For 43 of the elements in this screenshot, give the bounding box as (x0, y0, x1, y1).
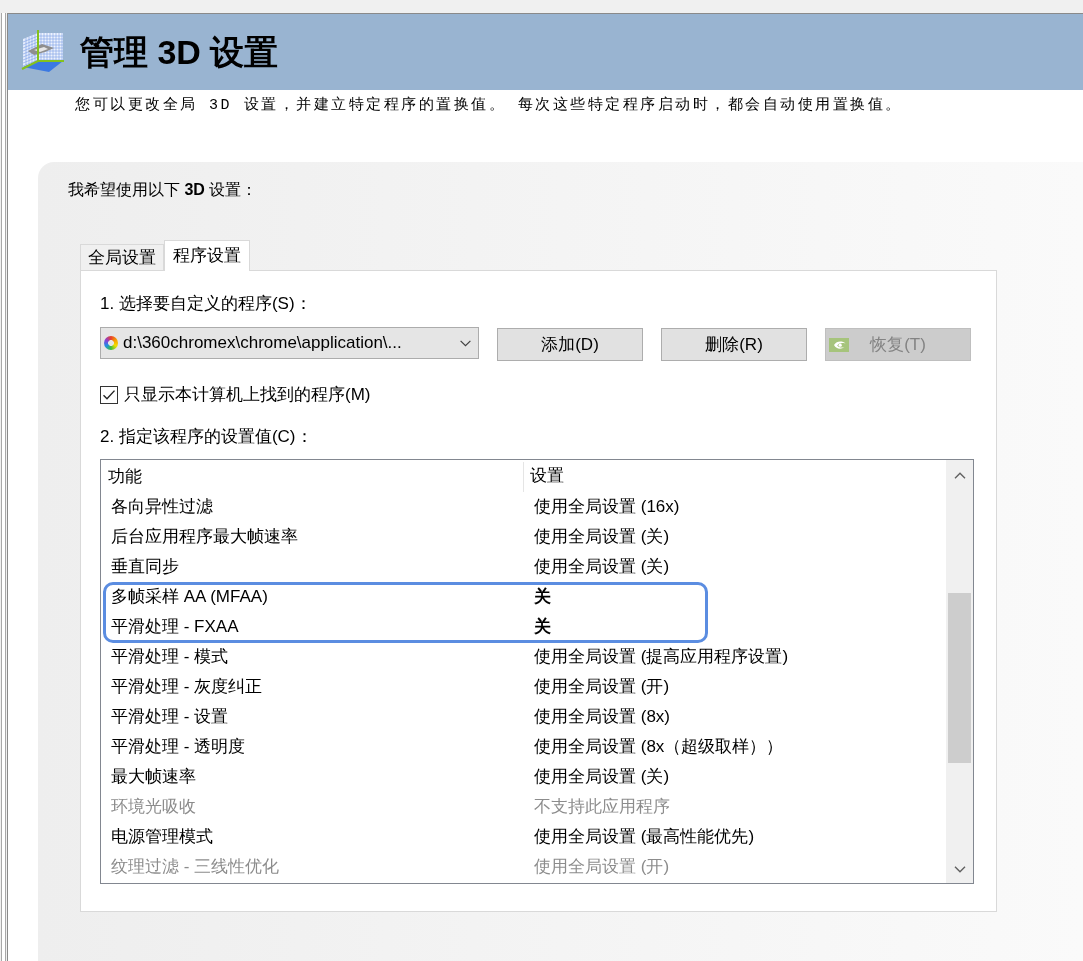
color-ring-icon (104, 336, 118, 350)
action-button[interactable]: 删除(R) (661, 328, 807, 361)
setting-value[interactable]: 使用全局设置 (关) (534, 765, 670, 789)
cube-grid-icon (20, 29, 66, 75)
tab[interactable]: 全局设置 (80, 244, 164, 270)
feature-name[interactable]: 垂直同步 (111, 555, 179, 579)
action-button[interactable]: 添加(D) (497, 328, 643, 361)
column-header[interactable]: 功能 (108, 465, 142, 489)
eye-logo-icon (829, 337, 849, 352)
chevron-down-icon[interactable] (953, 865, 966, 873)
tab[interactable]: 程序设置 (164, 240, 250, 271)
checkbox[interactable] (100, 386, 118, 404)
description-text: 您可以更改全局 3D 设置，并建立特定程序的置换值。 每次这些特定程序启动时，都会自动使用置换值。 (75, 97, 903, 115)
scrollbar-thumb[interactable] (948, 593, 971, 763)
feature-name[interactable]: 多帧采样 AA (MFAA) (111, 585, 268, 609)
feature-name[interactable]: 平滑处理 - 透明度 (111, 735, 246, 759)
setting-value[interactable]: 使用全局设置 (关) (534, 525, 670, 549)
column-header[interactable]: 设置 (530, 464, 564, 488)
step-label: 2. 指定该程序的设置值(C)： (100, 426, 313, 448)
setting-value[interactable]: 使用全局设置 (8x（超级取样）） (534, 735, 784, 759)
checkbox-label[interactable]: 只显示本计算机上找到的程序(M) (124, 384, 371, 406)
chevron-up-icon[interactable] (953, 471, 966, 479)
caret-icon (460, 339, 471, 347)
feature-name[interactable]: 后台应用程序最大帧速率 (111, 525, 298, 549)
feature-name[interactable]: 平滑处理 - 模式 (111, 645, 229, 669)
panel-heading: 我希望使用以下 3D 设置： (68, 180, 258, 200)
program-dropdown[interactable]: d:\360chromex\chrome\application\... (100, 327, 479, 359)
feature-name[interactable]: 电源管理模式 (111, 825, 213, 849)
feature-name[interactable]: 平滑处理 - 灰度纠正 (111, 675, 263, 699)
feature-name[interactable]: 最大帧速率 (111, 765, 196, 789)
setting-value[interactable]: 使用全局设置 (关) (534, 555, 670, 579)
setting-value[interactable]: 使用全局设置 (开) (534, 675, 670, 699)
setting-value[interactable]: 关 (534, 615, 551, 639)
setting-value[interactable]: 使用全局设置 (16x) (534, 495, 680, 519)
feature-name[interactable]: 平滑处理 - FXAA (111, 615, 239, 639)
step-label: 1. 选择要自定义的程序(S)： (100, 293, 312, 315)
feature-name[interactable]: 各向异性过滤 (111, 495, 213, 519)
setting-value[interactable]: 关 (534, 585, 551, 609)
setting-value[interactable]: 使用全局设置 (8x) (534, 705, 670, 729)
window-title: 管理 3D 设置 (80, 32, 279, 72)
setting-value[interactable]: 使用全局设置 (最高性能优先) (534, 825, 755, 849)
feature-name[interactable]: 平滑处理 - 设置 (111, 705, 229, 729)
setting-value[interactable]: 使用全局设置 (提高应用程序设置) (534, 645, 789, 669)
